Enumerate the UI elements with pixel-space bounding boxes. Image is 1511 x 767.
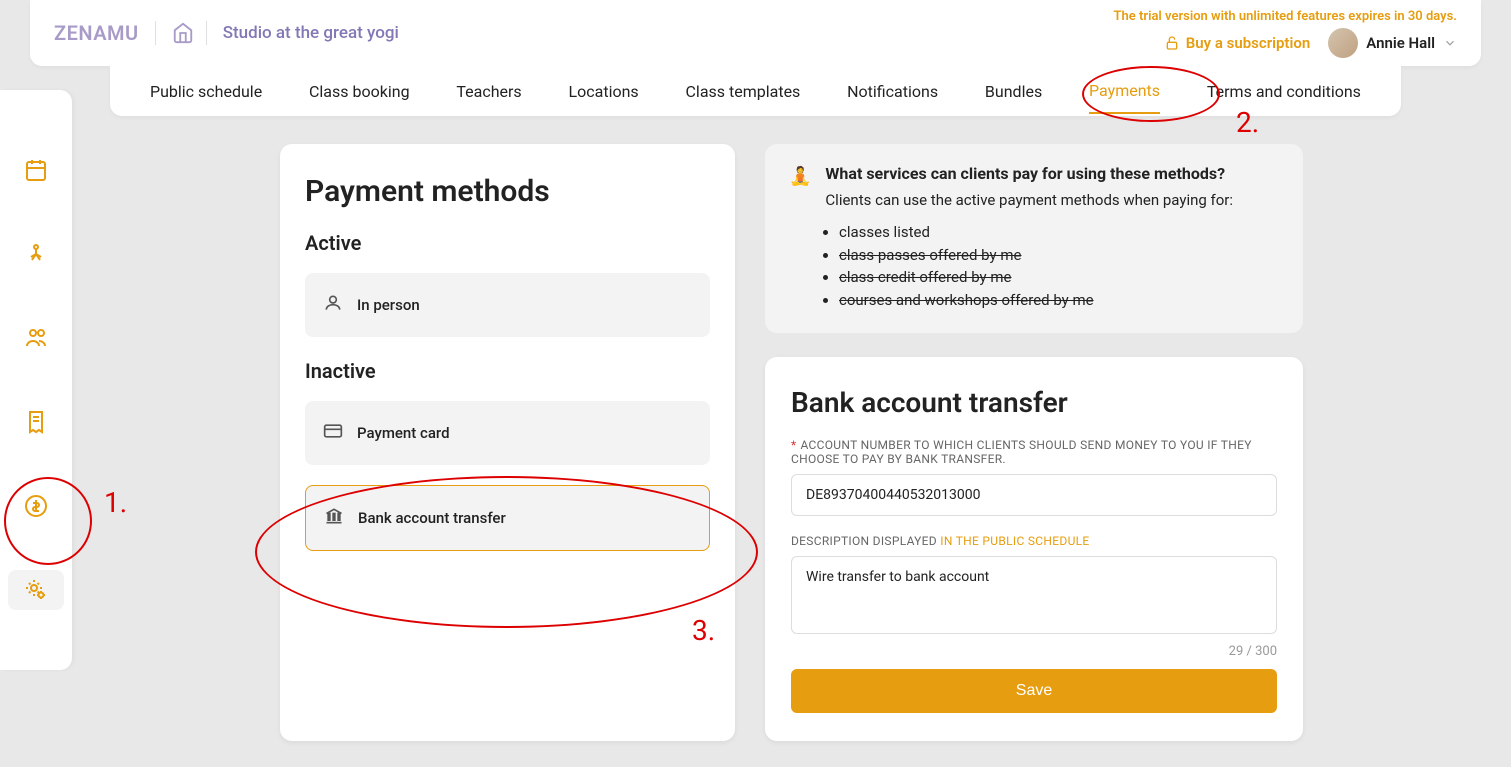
tabs-bar: Public schedule Class booking Teachers L… (110, 66, 1401, 116)
tab-bundles[interactable]: Bundles (985, 70, 1042, 113)
receipt-icon (24, 410, 48, 434)
logo[interactable]: ZENAMU (54, 21, 139, 45)
char-count: 29 / 300 (791, 644, 1277, 659)
method-payment-card[interactable]: Payment card (305, 401, 710, 465)
info-list-item: class credit offered by me (839, 266, 1279, 289)
info-emoji-icon: 🧘 (789, 166, 811, 187)
lock-icon (1164, 35, 1180, 51)
dollar-icon (24, 494, 48, 518)
account-number-input[interactable] (791, 474, 1277, 516)
tab-class-booking[interactable]: Class booking (309, 70, 410, 113)
sidebar-people[interactable] (0, 318, 72, 358)
method-label: Bank account transfer (358, 509, 506, 527)
method-bank-transfer[interactable]: Bank account transfer (305, 485, 710, 551)
card-icon (323, 421, 343, 445)
avatar (1328, 28, 1358, 58)
tab-class-templates[interactable]: Class templates (686, 70, 801, 113)
sidebar-yoga[interactable] (0, 234, 72, 274)
bank-icon (324, 506, 344, 530)
sidebar (0, 90, 72, 670)
method-label: In person (357, 296, 420, 314)
method-in-person[interactable]: In person (305, 273, 710, 337)
divider (155, 21, 156, 45)
form-title: Bank account transfer (791, 385, 1091, 420)
payment-methods-panel: Payment methods Active In person Inactiv… (280, 144, 735, 741)
account-label: *ACCOUNT NUMBER TO WHICH CLIENTS SHOULD … (791, 438, 1277, 466)
tab-public-schedule[interactable]: Public schedule (150, 70, 262, 113)
sidebar-calendar[interactable] (0, 150, 72, 190)
save-button[interactable]: Save (791, 669, 1277, 713)
trial-notice: The trial version with unlimited feature… (1114, 9, 1457, 24)
description-input[interactable] (791, 556, 1277, 634)
settings-icon (24, 578, 48, 602)
tab-locations[interactable]: Locations (569, 70, 639, 113)
description-label: DESCRIPTION DISPLAYED IN THE PUBLIC SCHE… (791, 534, 1277, 548)
info-list: classes listed class passes offered by m… (789, 221, 1279, 311)
top-bar: ZENAMU Studio at the great yogi The tria… (30, 0, 1481, 66)
person-icon (323, 293, 343, 317)
info-list-item: classes listed (839, 221, 1279, 244)
home-icon[interactable] (172, 22, 194, 44)
sidebar-dollar[interactable] (0, 486, 72, 526)
buy-subscription-link[interactable]: Buy a subscription (1164, 34, 1310, 52)
yoga-icon (24, 242, 48, 266)
info-list-item: class passes offered by me (839, 244, 1279, 267)
sidebar-settings[interactable] (8, 570, 64, 610)
people-icon (23, 326, 49, 350)
tab-teachers[interactable]: Teachers (456, 70, 521, 113)
user-menu[interactable]: Annie Hall (1328, 28, 1457, 58)
info-box: 🧘 What services can clients pay for usin… (765, 144, 1303, 333)
annotation-label-1: 1. (104, 486, 127, 519)
tab-notifications[interactable]: Notifications (847, 70, 938, 113)
sidebar-receipt[interactable] (0, 402, 72, 442)
studio-name[interactable]: Studio at the great yogi (223, 23, 399, 43)
info-list-item: courses and workshops offered by me (839, 289, 1279, 312)
inactive-heading: Inactive (305, 359, 710, 383)
divider (206, 21, 207, 45)
active-heading: Active (305, 231, 710, 255)
tab-payments[interactable]: Payments (1089, 69, 1160, 114)
tab-terms[interactable]: Terms and conditions (1207, 70, 1361, 113)
method-label: Payment card (357, 424, 450, 442)
calendar-icon (24, 158, 48, 182)
chevron-down-icon (1443, 36, 1457, 50)
panel-title: Payment methods (305, 174, 710, 209)
info-subtitle: Clients can use the active payment metho… (825, 191, 1233, 209)
info-title: What services can clients pay for using … (825, 164, 1233, 183)
bank-transfer-form: Bank account transfer *ACCOUNT NUMBER TO… (765, 357, 1303, 741)
user-name: Annie Hall (1366, 34, 1435, 52)
